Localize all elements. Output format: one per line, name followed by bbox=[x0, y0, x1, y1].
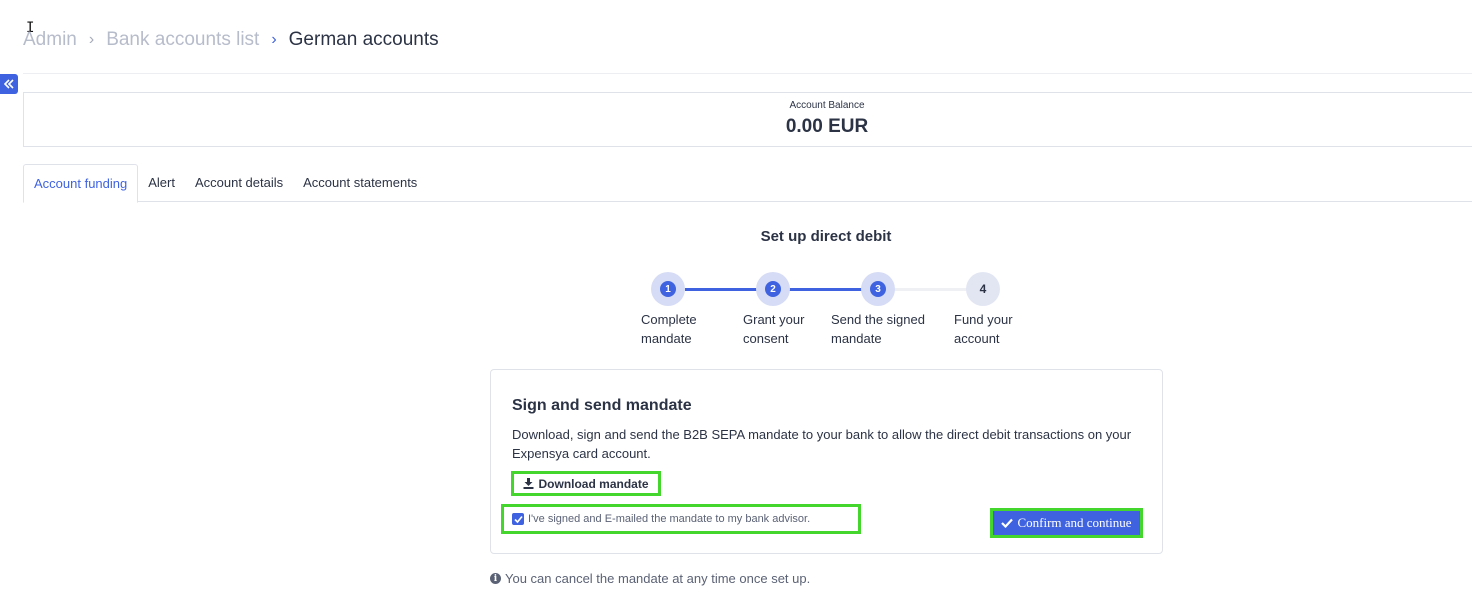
chevron-right-icon: › bbox=[271, 31, 277, 48]
confirm-button-highlight: Confirm and continue bbox=[990, 508, 1143, 538]
mandate-title: Sign and send mandate bbox=[512, 397, 692, 414]
step-3: 3 bbox=[861, 272, 895, 306]
step-3-label: Send the signed mandate bbox=[831, 312, 925, 346]
info-icon: i bbox=[490, 573, 501, 584]
collapse-sidebar-button[interactable] bbox=[0, 74, 18, 94]
double-chevron-left-icon bbox=[3, 79, 14, 89]
account-tabs: Account funding Alert Account details Ac… bbox=[23, 164, 1472, 203]
sign-mandate-card: Sign and send mandate Download, sign and… bbox=[490, 369, 1163, 554]
account-balance-value: 0.00 EUR bbox=[785, 116, 869, 137]
breadcrumb: Admin › Bank accounts list › German acco… bbox=[23, 27, 439, 53]
breadcrumb-bank-accounts-list[interactable]: Bank accounts list bbox=[106, 29, 259, 51]
cancel-mandate-note: i You can cancel the mandate at any time… bbox=[490, 571, 810, 586]
breadcrumb-admin[interactable]: Admin bbox=[23, 29, 77, 51]
breadcrumb-current: German accounts bbox=[288, 29, 439, 50]
stepper-title: Set up direct debit bbox=[760, 228, 892, 245]
step-4: 4 bbox=[966, 272, 1000, 306]
checkmark-icon bbox=[513, 515, 523, 523]
download-mandate-button[interactable]: Download mandate bbox=[523, 476, 649, 491]
step-1-number: 1 bbox=[660, 281, 676, 297]
checkmark-icon bbox=[1001, 518, 1014, 528]
mandate-description: Download, sign and send the B2B SEPA man… bbox=[512, 427, 1132, 461]
tab-account-funding[interactable]: Account funding bbox=[23, 164, 139, 203]
download-mandate-highlight: Download mandate bbox=[511, 471, 661, 496]
account-balance-label: Account Balance bbox=[789, 100, 865, 111]
mandate-signed-label[interactable]: I've signed and E-mailed the mandate to … bbox=[528, 513, 810, 525]
step-2: 2 bbox=[756, 272, 790, 306]
mandate-signed-checkbox[interactable] bbox=[512, 513, 524, 525]
step-1: 1 bbox=[651, 272, 685, 306]
confirm-and-continue-label: Confirm and continue bbox=[1017, 515, 1132, 530]
header-divider bbox=[23, 73, 1472, 74]
step-1-label: Complete mandate bbox=[641, 312, 697, 346]
download-mandate-label: Download mandate bbox=[538, 476, 649, 491]
mandate-confirm-checkbox-highlight: I've signed and E-mailed the mandate to … bbox=[501, 504, 861, 534]
step-2-number: 2 bbox=[765, 281, 781, 297]
confirm-and-continue-button[interactable]: Confirm and continue bbox=[993, 511, 1140, 535]
cancel-mandate-text: You can cancel the mandate at any time o… bbox=[505, 571, 811, 586]
step-4-number: 4 bbox=[979, 282, 987, 296]
step-3-number: 3 bbox=[870, 281, 886, 297]
chevron-right-icon: › bbox=[88, 31, 95, 48]
account-balance-card: Account Balance 0.00 EUR bbox=[23, 92, 1472, 147]
download-icon bbox=[523, 478, 534, 489]
tab-account-statements[interactable]: Account statements bbox=[293, 164, 427, 202]
tab-account-details[interactable]: Account details bbox=[185, 164, 293, 202]
tab-alert[interactable]: Alert bbox=[138, 164, 185, 202]
step-4-label: Fund your account bbox=[954, 312, 1013, 346]
